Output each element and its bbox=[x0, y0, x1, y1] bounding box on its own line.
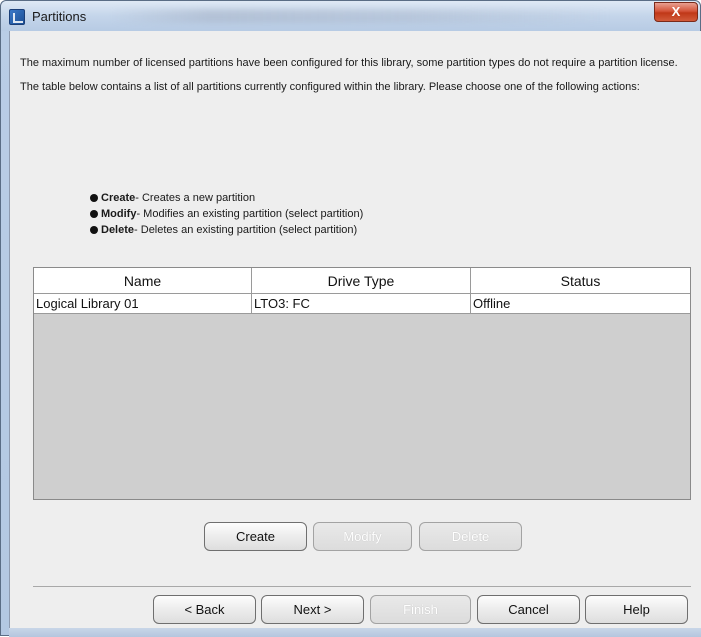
cell-status: Offline bbox=[473, 296, 511, 311]
next-button[interactable]: Next > bbox=[261, 595, 364, 624]
column-header-status[interactable]: Status bbox=[471, 268, 690, 293]
partitions-window: Partitions X The maximum number of licen… bbox=[0, 0, 701, 637]
intro-paragraph-1: The maximum number of licensed partition… bbox=[20, 57, 678, 69]
action-description: - Creates a new partition bbox=[135, 192, 256, 204]
delete-button[interactable]: Delete bbox=[419, 522, 522, 551]
table-row[interactable]: Logical Library 01 LTO3: FC Offline bbox=[34, 294, 690, 314]
modify-button[interactable]: Modify bbox=[313, 522, 412, 551]
list-item: Create - Creates a new partition bbox=[90, 190, 363, 206]
app-icon bbox=[9, 9, 25, 25]
create-button[interactable]: Create bbox=[204, 522, 307, 551]
partitions-table: Name Drive Type Status Logical Library 0… bbox=[33, 267, 691, 500]
action-name: Create bbox=[101, 192, 136, 204]
actions-list: Create - Creates a new partition Modify … bbox=[90, 190, 363, 238]
intro-text: The maximum number of licensed partition… bbox=[20, 55, 680, 103]
column-header-name[interactable]: Name bbox=[34, 268, 252, 293]
back-button[interactable]: < Back bbox=[153, 595, 256, 624]
intro-paragraph-2: The table below contains a list of all p… bbox=[20, 81, 640, 93]
action-name: Modify bbox=[101, 208, 137, 220]
action-description: - Deletes an existing partition (select … bbox=[134, 224, 358, 236]
close-button[interactable]: X bbox=[654, 2, 698, 22]
action-description: - Modifies an existing partition (select… bbox=[136, 208, 364, 220]
column-header-drive-type[interactable]: Drive Type bbox=[252, 268, 471, 293]
blurred-title-text bbox=[111, 9, 611, 23]
list-item: Modify - Modifies an existing partition … bbox=[90, 206, 363, 222]
finish-button[interactable]: Finish bbox=[370, 595, 471, 624]
table-header: Name Drive Type Status bbox=[34, 268, 690, 294]
window-title: Partitions bbox=[32, 9, 87, 24]
cell-name: Logical Library 01 bbox=[34, 294, 252, 313]
bullet-icon bbox=[90, 194, 98, 202]
bullet-icon bbox=[90, 226, 98, 234]
cancel-button[interactable]: Cancel bbox=[477, 595, 580, 624]
action-name: Delete bbox=[101, 224, 135, 236]
bullet-icon bbox=[90, 210, 98, 218]
divider bbox=[33, 586, 691, 587]
cell-drive-type: LTO3: FC bbox=[252, 294, 471, 313]
list-item: Delete - Deletes an existing partition (… bbox=[90, 222, 363, 238]
help-button[interactable]: Help bbox=[585, 595, 688, 624]
title-bar[interactable]: Partitions X bbox=[1, 1, 700, 31]
